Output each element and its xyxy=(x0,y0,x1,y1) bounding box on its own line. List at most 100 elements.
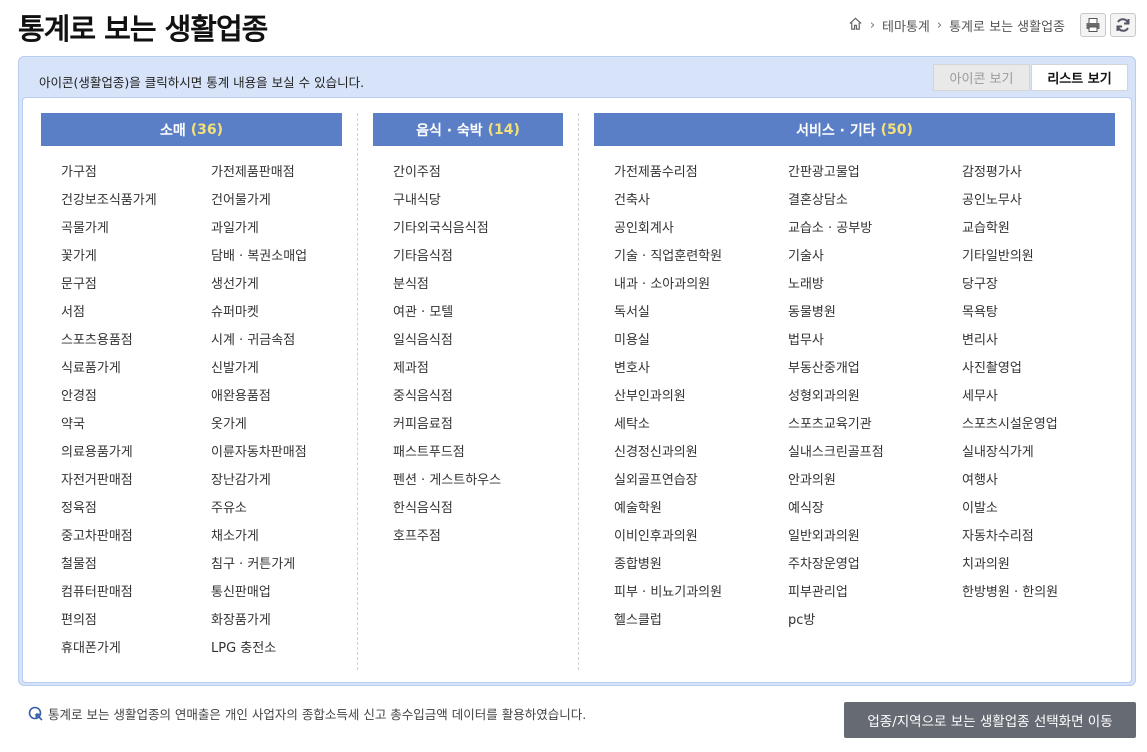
business-type-item[interactable]: 편의점 xyxy=(61,609,97,628)
category-header-retail[interactable]: 소매 (36) xyxy=(41,113,342,146)
business-type-item[interactable]: 일반외과의원 xyxy=(788,525,860,544)
business-type-item[interactable]: 주차장운영업 xyxy=(788,553,860,572)
business-type-item[interactable]: 건강보조식품가게 xyxy=(61,189,157,208)
business-type-item[interactable]: 기타일반의원 xyxy=(962,245,1034,264)
business-type-item[interactable]: 펜션 · 게스트하우스 xyxy=(393,469,501,488)
business-type-item[interactable]: 성형외과의원 xyxy=(788,385,860,404)
business-type-item[interactable]: 가구점 xyxy=(61,161,97,180)
print-button[interactable] xyxy=(1080,13,1106,37)
business-type-item[interactable]: 치과의원 xyxy=(962,553,1010,572)
business-type-item[interactable]: 호프주점 xyxy=(393,525,441,544)
business-type-item[interactable]: 의료용품가게 xyxy=(61,441,133,460)
business-type-item[interactable]: 당구장 xyxy=(962,273,998,292)
business-type-item[interactable]: 과일가게 xyxy=(211,217,259,236)
business-type-item[interactable]: 기술 · 직업훈련학원 xyxy=(614,245,722,264)
business-type-item[interactable]: 변리사 xyxy=(962,329,998,348)
business-type-item[interactable]: 기술사 xyxy=(788,245,824,264)
business-type-item[interactable]: 한식음식점 xyxy=(393,497,453,516)
business-type-item[interactable]: 공인노무사 xyxy=(962,189,1022,208)
business-type-item[interactable]: 건어물가게 xyxy=(211,189,271,208)
business-type-item[interactable]: 서점 xyxy=(61,301,85,320)
business-type-item[interactable]: 결혼상담소 xyxy=(788,189,848,208)
breadcrumb-item-current[interactable]: 통계로 보는 생활업종 xyxy=(949,16,1065,35)
business-type-item[interactable]: 노래방 xyxy=(788,273,824,292)
business-type-item[interactable]: 약국 xyxy=(61,413,85,432)
business-type-item[interactable]: 주유소 xyxy=(211,497,247,516)
business-type-item[interactable]: 애완용품점 xyxy=(211,385,271,404)
business-type-item[interactable]: 담배 · 복권소매업 xyxy=(211,245,307,264)
business-type-item[interactable]: 미용실 xyxy=(614,329,650,348)
business-type-item[interactable]: 정육점 xyxy=(61,497,97,516)
business-type-item[interactable]: 일식음식점 xyxy=(393,329,453,348)
business-type-item[interactable]: 사진촬영업 xyxy=(962,357,1022,376)
refresh-button[interactable] xyxy=(1110,13,1136,37)
business-type-item[interactable]: 실외골프연습장 xyxy=(614,469,698,488)
business-type-item[interactable]: 철물점 xyxy=(61,553,97,572)
business-type-item[interactable]: 간이주점 xyxy=(393,161,441,180)
business-type-item[interactable]: 동물병원 xyxy=(788,301,836,320)
business-type-item[interactable]: 예식장 xyxy=(788,497,824,516)
business-type-item[interactable]: 패스트푸드점 xyxy=(393,441,465,460)
business-type-item[interactable]: 산부인과의원 xyxy=(614,385,686,404)
business-type-item[interactable]: 식료품가게 xyxy=(61,357,121,376)
business-type-item[interactable]: 스포츠시설운영업 xyxy=(962,413,1058,432)
business-type-item[interactable]: 종합병원 xyxy=(614,553,662,572)
business-type-item[interactable]: 목욕탕 xyxy=(962,301,998,320)
business-type-item[interactable]: 중고차판매점 xyxy=(61,525,133,544)
business-type-item[interactable]: 곡물가게 xyxy=(61,217,109,236)
business-type-item[interactable]: 세무사 xyxy=(962,385,998,404)
business-type-item[interactable]: 신발가게 xyxy=(211,357,259,376)
business-type-item[interactable]: 부동산중개업 xyxy=(788,357,860,376)
breadcrumb-item-theme[interactable]: 테마통계 xyxy=(882,16,930,35)
business-type-item[interactable]: 예술학원 xyxy=(614,497,662,516)
business-type-item[interactable]: 변호사 xyxy=(614,357,650,376)
icon-view-button[interactable]: 아이콘 보기 xyxy=(933,64,1030,91)
business-type-item[interactable]: 세탁소 xyxy=(614,413,650,432)
business-type-item[interactable]: 침구 · 커튼가게 xyxy=(211,553,295,572)
business-type-item[interactable]: 내과 · 소아과의원 xyxy=(614,273,710,292)
business-type-item[interactable]: 가전제품판매점 xyxy=(211,161,295,180)
business-type-item[interactable]: 스포츠교육기관 xyxy=(788,413,872,432)
business-type-item[interactable]: 피부 · 비뇨기과의원 xyxy=(614,581,722,600)
list-view-button[interactable]: 리스트 보기 xyxy=(1031,64,1128,91)
business-type-item[interactable]: 여관 · 모텔 xyxy=(393,301,453,320)
business-type-item[interactable]: 스포츠용품점 xyxy=(61,329,133,348)
business-type-item[interactable]: 여행사 xyxy=(962,469,998,488)
business-type-item[interactable]: 기타외국식음식점 xyxy=(393,217,489,236)
home-icon[interactable] xyxy=(848,16,863,35)
business-type-item[interactable]: 장난감가게 xyxy=(211,469,271,488)
business-type-item[interactable]: 신경정신과의원 xyxy=(614,441,698,460)
business-type-item[interactable]: 독서실 xyxy=(614,301,650,320)
business-type-item[interactable]: 건축사 xyxy=(614,189,650,208)
business-type-item[interactable]: 헬스클럽 xyxy=(614,609,662,628)
category-header-service-other[interactable]: 서비스 · 기타 (50) xyxy=(594,113,1115,146)
category-header-food-lodging[interactable]: 음식 · 숙박 (14) xyxy=(373,113,563,146)
business-type-item[interactable]: 자동차수리점 xyxy=(962,525,1034,544)
business-type-item[interactable]: LPG 충전소 xyxy=(211,637,276,656)
business-type-item[interactable]: 제과점 xyxy=(393,357,429,376)
business-type-item[interactable]: 문구점 xyxy=(61,273,97,292)
business-type-item[interactable]: 안경점 xyxy=(61,385,97,404)
business-type-item[interactable]: 감정평가사 xyxy=(962,161,1022,180)
business-type-item[interactable]: 자전거판매점 xyxy=(61,469,133,488)
business-type-item[interactable]: 화장품가게 xyxy=(211,609,271,628)
business-type-item[interactable]: 채소가게 xyxy=(211,525,259,544)
business-type-item[interactable]: 실내스크린골프점 xyxy=(788,441,884,460)
business-type-item[interactable]: 법무사 xyxy=(788,329,824,348)
business-type-item[interactable]: 슈퍼마켓 xyxy=(211,301,259,320)
business-type-item[interactable]: 교습소 · 공부방 xyxy=(788,217,872,236)
business-type-item[interactable]: 가전제품수리점 xyxy=(614,161,698,180)
business-type-item[interactable]: 이륜자동차판매점 xyxy=(211,441,307,460)
business-type-item[interactable]: 커피음료점 xyxy=(393,413,453,432)
business-type-item[interactable]: 공인회계사 xyxy=(614,217,674,236)
business-type-item[interactable]: 분식점 xyxy=(393,273,429,292)
business-type-item[interactable]: 꽃가게 xyxy=(61,245,97,264)
business-type-item[interactable]: 안과의원 xyxy=(788,469,836,488)
business-type-item[interactable]: 시계 · 귀금속점 xyxy=(211,329,295,348)
business-type-item[interactable]: 이비인후과의원 xyxy=(614,525,698,544)
business-type-item[interactable]: 컴퓨터판매점 xyxy=(61,581,133,600)
business-type-item[interactable]: pc방 xyxy=(788,609,815,628)
business-type-item[interactable]: 교습학원 xyxy=(962,217,1010,236)
business-type-item[interactable]: 통신판매업 xyxy=(211,581,271,600)
business-type-item[interactable]: 휴대폰가게 xyxy=(61,637,121,656)
